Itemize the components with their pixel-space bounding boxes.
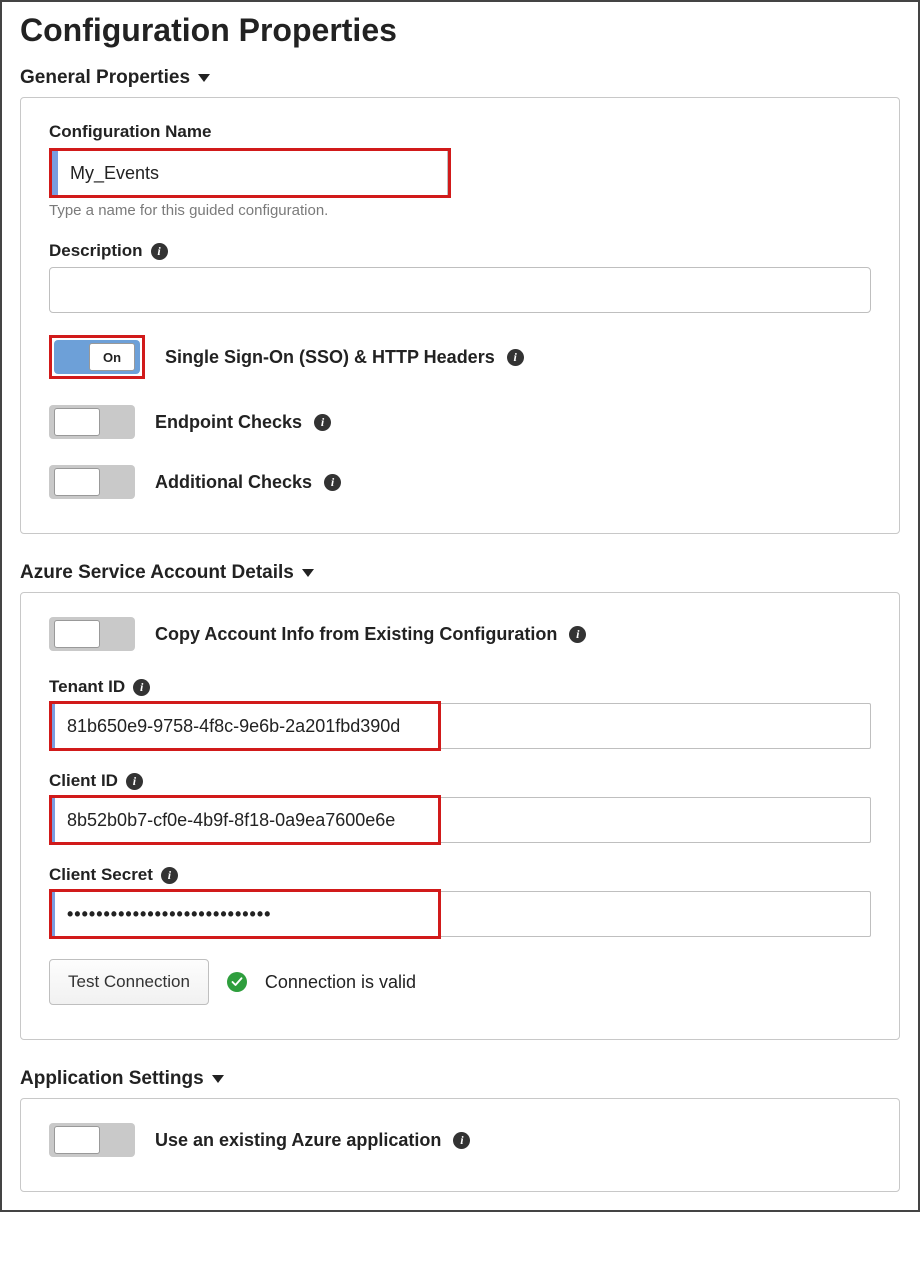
info-icon[interactable]: i	[126, 773, 143, 790]
sso-toggle-highlight: On	[49, 335, 145, 379]
endpoint-toggle-knob	[54, 408, 100, 436]
endpoint-toggle[interactable]	[49, 405, 135, 439]
config-name-input[interactable]	[52, 151, 448, 195]
page-title: Configuration Properties	[20, 12, 900, 49]
additional-toggle-knob	[54, 468, 100, 496]
config-name-label: Configuration Name	[49, 122, 871, 142]
test-connection-button[interactable]: Test Connection	[49, 959, 209, 1005]
use-existing-toggle-knob	[54, 1126, 100, 1154]
caret-down-icon	[302, 569, 314, 577]
caret-down-icon	[198, 74, 210, 82]
info-icon[interactable]: i	[569, 626, 586, 643]
check-icon	[227, 972, 247, 992]
caret-down-icon	[212, 1075, 224, 1083]
tenant-id-label: Tenant ID	[49, 677, 125, 697]
copy-account-label: Copy Account Info from Existing Configur…	[155, 624, 557, 645]
additional-label: Additional Checks	[155, 472, 312, 493]
use-existing-label: Use an existing Azure application	[155, 1130, 441, 1151]
section-header-appsettings-label: Application Settings	[20, 1068, 204, 1090]
client-secret-input[interactable]	[49, 891, 871, 937]
description-label: Description	[49, 241, 143, 261]
connection-status-text: Connection is valid	[265, 972, 416, 993]
additional-toggle[interactable]	[49, 465, 135, 499]
section-header-general-label: General Properties	[20, 67, 190, 89]
use-existing-toggle[interactable]	[49, 1123, 135, 1157]
config-name-highlight	[49, 148, 451, 198]
sso-label: Single Sign-On (SSO) & HTTP Headers	[165, 347, 495, 368]
client-id-input[interactable]	[49, 797, 871, 843]
section-header-azure[interactable]: Azure Service Account Details	[20, 562, 900, 584]
description-input[interactable]	[49, 267, 871, 313]
client-id-label: Client ID	[49, 771, 118, 791]
section-header-appsettings[interactable]: Application Settings	[20, 1068, 900, 1090]
info-icon[interactable]: i	[507, 349, 524, 366]
info-icon[interactable]: i	[133, 679, 150, 696]
section-header-azure-label: Azure Service Account Details	[20, 562, 294, 584]
section-body-appsettings: Use an existing Azure application i	[20, 1098, 900, 1192]
tenant-id-input[interactable]	[49, 703, 871, 749]
section-body-general: Configuration Name Type a name for this …	[20, 97, 900, 534]
info-icon[interactable]: i	[151, 243, 168, 260]
info-icon[interactable]: i	[314, 414, 331, 431]
sso-toggle-knob: On	[89, 343, 135, 371]
copy-account-toggle[interactable]	[49, 617, 135, 651]
endpoint-label: Endpoint Checks	[155, 412, 302, 433]
info-icon[interactable]: i	[161, 867, 178, 884]
config-name-hint: Type a name for this guided configuratio…	[49, 202, 871, 219]
sso-toggle[interactable]: On	[54, 340, 140, 374]
section-body-azure: Copy Account Info from Existing Configur…	[20, 592, 900, 1040]
info-icon[interactable]: i	[324, 474, 341, 491]
info-icon[interactable]: i	[453, 1132, 470, 1149]
section-header-general[interactable]: General Properties	[20, 67, 900, 89]
copy-account-toggle-knob	[54, 620, 100, 648]
client-secret-label: Client Secret	[49, 865, 153, 885]
